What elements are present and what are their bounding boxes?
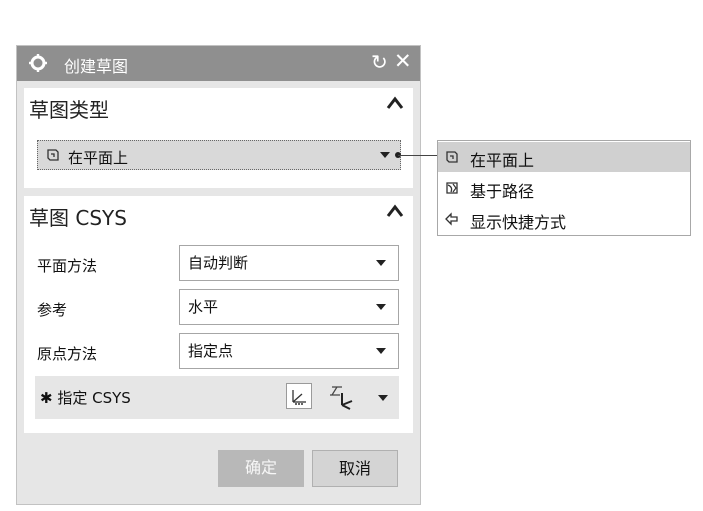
collapse-caret-icon[interactable] xyxy=(386,204,404,218)
cancel-button[interactable]: 取消 xyxy=(312,450,398,487)
connector-line xyxy=(398,155,438,156)
csys-triad-icon[interactable] xyxy=(324,381,360,413)
plane-sketch-icon xyxy=(446,151,458,163)
plane-method-select[interactable]: 自动判断 xyxy=(179,245,399,281)
chevron-down-icon[interactable] xyxy=(376,348,386,354)
dialog-titlebar[interactable]: 创建草图 ↻ ✕ xyxy=(17,46,420,81)
chevron-down-icon[interactable] xyxy=(376,304,386,310)
ok-button[interactable]: 确定 xyxy=(218,450,304,487)
sketch-type-group: 草图类型 xyxy=(24,88,413,188)
chevron-down-icon[interactable] xyxy=(378,395,388,401)
chevron-down-icon[interactable] xyxy=(380,152,390,158)
dropdown-item-label: 在平面上 xyxy=(470,151,535,170)
dropdown-item-label: 显示快捷方式 xyxy=(470,213,567,232)
origin-method-select[interactable]: 指定点 xyxy=(179,333,399,369)
dropdown-item-on-path[interactable]: 基于路径 xyxy=(438,173,690,203)
sketch-type-value: 在平面上 xyxy=(68,149,129,167)
origin-method-value: 指定点 xyxy=(188,342,234,360)
sketch-csys-title: 草图 CSYS xyxy=(29,206,127,230)
dialog-title: 创建草图 xyxy=(64,57,129,76)
plane-method-value: 自动判断 xyxy=(188,254,249,272)
specify-csys-label: ✱ 指定 CSYS xyxy=(40,389,131,407)
dropdown-item-label: 基于路径 xyxy=(470,182,535,201)
plane-sketch-icon xyxy=(47,149,59,161)
reset-icon[interactable]: ↻ xyxy=(371,50,388,74)
reference-select[interactable]: 水平 xyxy=(179,289,399,325)
collapse-caret-icon[interactable] xyxy=(386,96,404,110)
sketch-csys-header[interactable]: 草图 CSYS xyxy=(24,196,413,232)
chevron-down-icon[interactable] xyxy=(376,260,386,266)
shortcut-icon xyxy=(445,212,458,226)
gear-icon[interactable] xyxy=(29,54,47,72)
sketch-type-title: 草图类型 xyxy=(29,98,109,122)
reference-label: 参考 xyxy=(37,301,68,319)
sketch-type-dropdown-list: 在平面上 基于路径 显示快捷方式 xyxy=(437,140,691,236)
dropdown-item-on-plane[interactable]: 在平面上 xyxy=(438,142,690,172)
origin-method-label: 原点方法 xyxy=(37,345,98,363)
sketch-type-select[interactable]: 在平面上 xyxy=(37,140,401,170)
dropdown-item-show-shortcuts[interactable]: 显示快捷方式 xyxy=(438,204,690,234)
close-icon[interactable]: ✕ xyxy=(394,49,412,73)
plane-method-label: 平面方法 xyxy=(37,257,98,275)
sketch-type-header[interactable]: 草图类型 xyxy=(24,88,413,124)
reference-value: 水平 xyxy=(188,298,219,316)
csys-icon xyxy=(292,390,306,405)
path-sketch-icon xyxy=(446,182,458,194)
csys-dialog-button[interactable] xyxy=(286,383,312,409)
